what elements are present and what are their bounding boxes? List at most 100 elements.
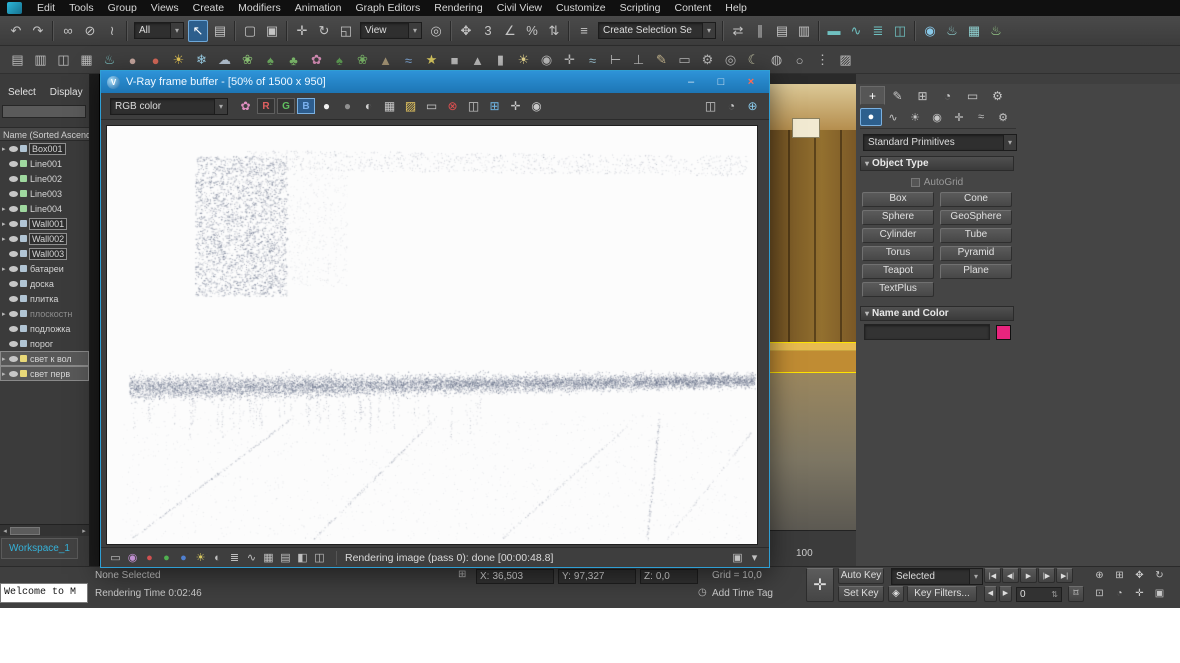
set-key-mode-icon[interactable]: ◈ bbox=[888, 586, 904, 602]
scrollbar-thumb[interactable] bbox=[10, 526, 40, 535]
window-crossing-icon[interactable]: ▣ bbox=[262, 20, 282, 42]
ring-icon[interactable]: ○ bbox=[789, 49, 810, 71]
field-of-view-icon[interactable]: ◔ bbox=[1110, 586, 1129, 601]
visibility-eye-icon[interactable] bbox=[9, 160, 18, 167]
snowflake-icon[interactable]: ❄ bbox=[191, 49, 212, 71]
flower-icon[interactable]: ❀ bbox=[237, 49, 258, 71]
snap-toggle-3d-icon[interactable]: 3 bbox=[478, 20, 498, 42]
dots-icon[interactable]: ⋮ bbox=[812, 49, 833, 71]
z-coordinate-field[interactable]: Z: 0,0 bbox=[640, 569, 698, 584]
biped-icon[interactable]: ⊥ bbox=[628, 49, 649, 71]
pan-icon[interactable]: ✥ bbox=[1130, 568, 1149, 583]
lights-category[interactable]: ☀ bbox=[904, 108, 926, 126]
edit-named-selections-icon[interactable]: ≡ bbox=[574, 20, 594, 42]
hatch-icon[interactable]: ▨ bbox=[835, 49, 856, 71]
object-type-button-textplus[interactable]: TextPlus bbox=[862, 282, 934, 297]
compare-ab-icon[interactable]: ◫ bbox=[701, 97, 720, 115]
scene-icon[interactable]: ▤ bbox=[7, 49, 28, 71]
menu-item-views[interactable]: Views bbox=[144, 0, 186, 16]
region-render-icon[interactable]: ⊞ bbox=[485, 97, 504, 115]
next-key-button[interactable]: ▶ bbox=[999, 586, 1012, 602]
select-manipulate-icon[interactable]: ✥ bbox=[456, 20, 476, 42]
frame-number-field[interactable]: 0 ⇅ bbox=[1016, 587, 1062, 602]
systems-category[interactable]: ⚙ bbox=[992, 108, 1014, 126]
angle-snap-icon[interactable]: ∠ bbox=[500, 20, 520, 42]
display-tab[interactable]: ▭ bbox=[960, 86, 985, 105]
expand-arrow-icon[interactable]: ▸ bbox=[2, 265, 9, 273]
object-type-button-teapot[interactable]: Teapot bbox=[862, 264, 934, 279]
spacewarps-category[interactable]: ≈ bbox=[970, 108, 992, 126]
half-tone-icon[interactable]: ◐ bbox=[359, 97, 378, 115]
scene-explorer-toggle-icon[interactable]: ▥ bbox=[794, 20, 814, 42]
render-setup-icon[interactable]: ♨ bbox=[942, 20, 962, 42]
subcategory-dropdown[interactable]: Standard Primitives ▾ bbox=[863, 134, 1017, 151]
paint-icon[interactable]: ✎ bbox=[651, 49, 672, 71]
set-key-button[interactable]: Set Key bbox=[838, 586, 884, 602]
move-icon[interactable]: ✛ bbox=[292, 20, 312, 42]
utilities-tab[interactable]: ⚙ bbox=[985, 86, 1010, 105]
scene-object-row[interactable]: ▸ свет перв bbox=[0, 366, 89, 381]
zoom-icon[interactable]: ⊕ bbox=[1090, 568, 1109, 583]
maximize-button[interactable]: □ bbox=[706, 74, 736, 91]
geometry-category[interactable]: ● bbox=[860, 108, 882, 126]
named-selection-sets-dropdown[interactable]: Create Selection Se ▾ bbox=[598, 22, 716, 39]
object-type-button-geosphere[interactable]: GeoSphere bbox=[940, 210, 1012, 225]
render-production-icon[interactable]: ♨ bbox=[986, 20, 1006, 42]
explorer-sort-header[interactable]: Name (Sorted Ascend bbox=[0, 127, 89, 141]
navigation-pad-button[interactable]: ✛ bbox=[806, 568, 834, 602]
previous-frame-button[interactable]: ◀| bbox=[1002, 568, 1019, 583]
zoom-extents-icon[interactable]: ⊡ bbox=[1090, 586, 1109, 601]
coordinate-lock-icon[interactable]: ⊞ bbox=[458, 569, 466, 580]
tree-icon[interactable]: ♠ bbox=[260, 49, 281, 71]
cameras-category[interactable]: ◉ bbox=[926, 108, 948, 126]
hierarchy-tab[interactable]: ⊞ bbox=[910, 86, 935, 105]
save-image-icon[interactable]: ▦ bbox=[380, 97, 399, 115]
visibility-eye-icon[interactable] bbox=[9, 280, 18, 287]
material-editor-icon[interactable]: ◉ bbox=[920, 20, 940, 42]
menu-item-tools[interactable]: Tools bbox=[62, 0, 101, 16]
alpha-channel-icon[interactable]: ● bbox=[317, 97, 336, 115]
color-corrections-icon[interactable]: ✿ bbox=[236, 97, 255, 115]
select-and-link-icon[interactable]: ∞ bbox=[58, 20, 78, 42]
spinner-snap-icon[interactable]: ⇅ bbox=[544, 20, 564, 42]
vfb-colors-icon[interactable]: ◉ bbox=[124, 550, 141, 566]
motion-tab[interactable]: ◔ bbox=[935, 86, 960, 105]
vfb-lut-icon[interactable]: ▦ bbox=[260, 550, 277, 566]
web-icon[interactable]: ⊕ bbox=[743, 97, 762, 115]
use-pivot-center-icon[interactable]: ◎ bbox=[426, 20, 446, 42]
menu-item-group[interactable]: Group bbox=[101, 0, 144, 16]
scale-icon[interactable]: ◱ bbox=[336, 20, 356, 42]
vfb-stereo-icon[interactable]: ◫ bbox=[311, 550, 328, 566]
vray-frame-buffer-window[interactable]: V V-Ray frame buffer - [50% of 1500 x 95… bbox=[100, 70, 770, 568]
vfb-green-icon[interactable]: ● bbox=[158, 550, 175, 566]
visibility-eye-icon[interactable] bbox=[9, 235, 18, 242]
minimize-button[interactable]: – bbox=[676, 74, 706, 91]
scene-object-row[interactable]: ▸ Line004 bbox=[0, 201, 89, 216]
go-to-end-button[interactable]: ▶| bbox=[1056, 568, 1073, 583]
clear-image-icon[interactable]: ▭ bbox=[422, 97, 441, 115]
go-to-start-button[interactable]: |◀ bbox=[984, 568, 1001, 583]
explorer-display-menu[interactable]: Display bbox=[45, 86, 88, 102]
cloud-icon[interactable]: ☁ bbox=[214, 49, 235, 71]
scene-object-row[interactable]: ▸ Box001 bbox=[0, 141, 89, 156]
menu-item-civil-view[interactable]: Civil View bbox=[490, 0, 549, 16]
visibility-eye-icon[interactable] bbox=[9, 325, 18, 332]
expand-arrow-icon[interactable]: ▸ bbox=[2, 355, 9, 363]
scene-object-row[interactable]: ▸ батареи bbox=[0, 261, 89, 276]
blue-channel-button[interactable]: B bbox=[297, 98, 315, 114]
visibility-eye-icon[interactable] bbox=[9, 145, 18, 152]
scene-object-row[interactable]: Line001 bbox=[0, 156, 89, 171]
mountain-icon[interactable]: ▲ bbox=[375, 49, 396, 71]
selection-set-dropdown[interactable]: Selected ▾ bbox=[891, 568, 983, 585]
scene-object-row[interactable]: ▸ Wall001 bbox=[0, 216, 89, 231]
scene-object-row[interactable]: ▸ свет к вол bbox=[0, 351, 89, 366]
lamp-icon[interactable]: ☀ bbox=[513, 49, 534, 71]
dope-sheet-icon[interactable]: ≣ bbox=[868, 20, 888, 42]
spinner-arrows-icon[interactable]: ⇅ bbox=[1051, 590, 1058, 599]
tree2-icon[interactable]: ♠ bbox=[329, 49, 350, 71]
sphere-icon[interactable]: ● bbox=[122, 49, 143, 71]
vfb-red-icon[interactable]: ● bbox=[141, 550, 158, 566]
menu-item-customize[interactable]: Customize bbox=[549, 0, 613, 16]
object-type-button-pyramid[interactable]: Pyramid bbox=[940, 246, 1012, 261]
vfb-channel-dropdown[interactable]: RGB color ▾ bbox=[110, 97, 228, 115]
